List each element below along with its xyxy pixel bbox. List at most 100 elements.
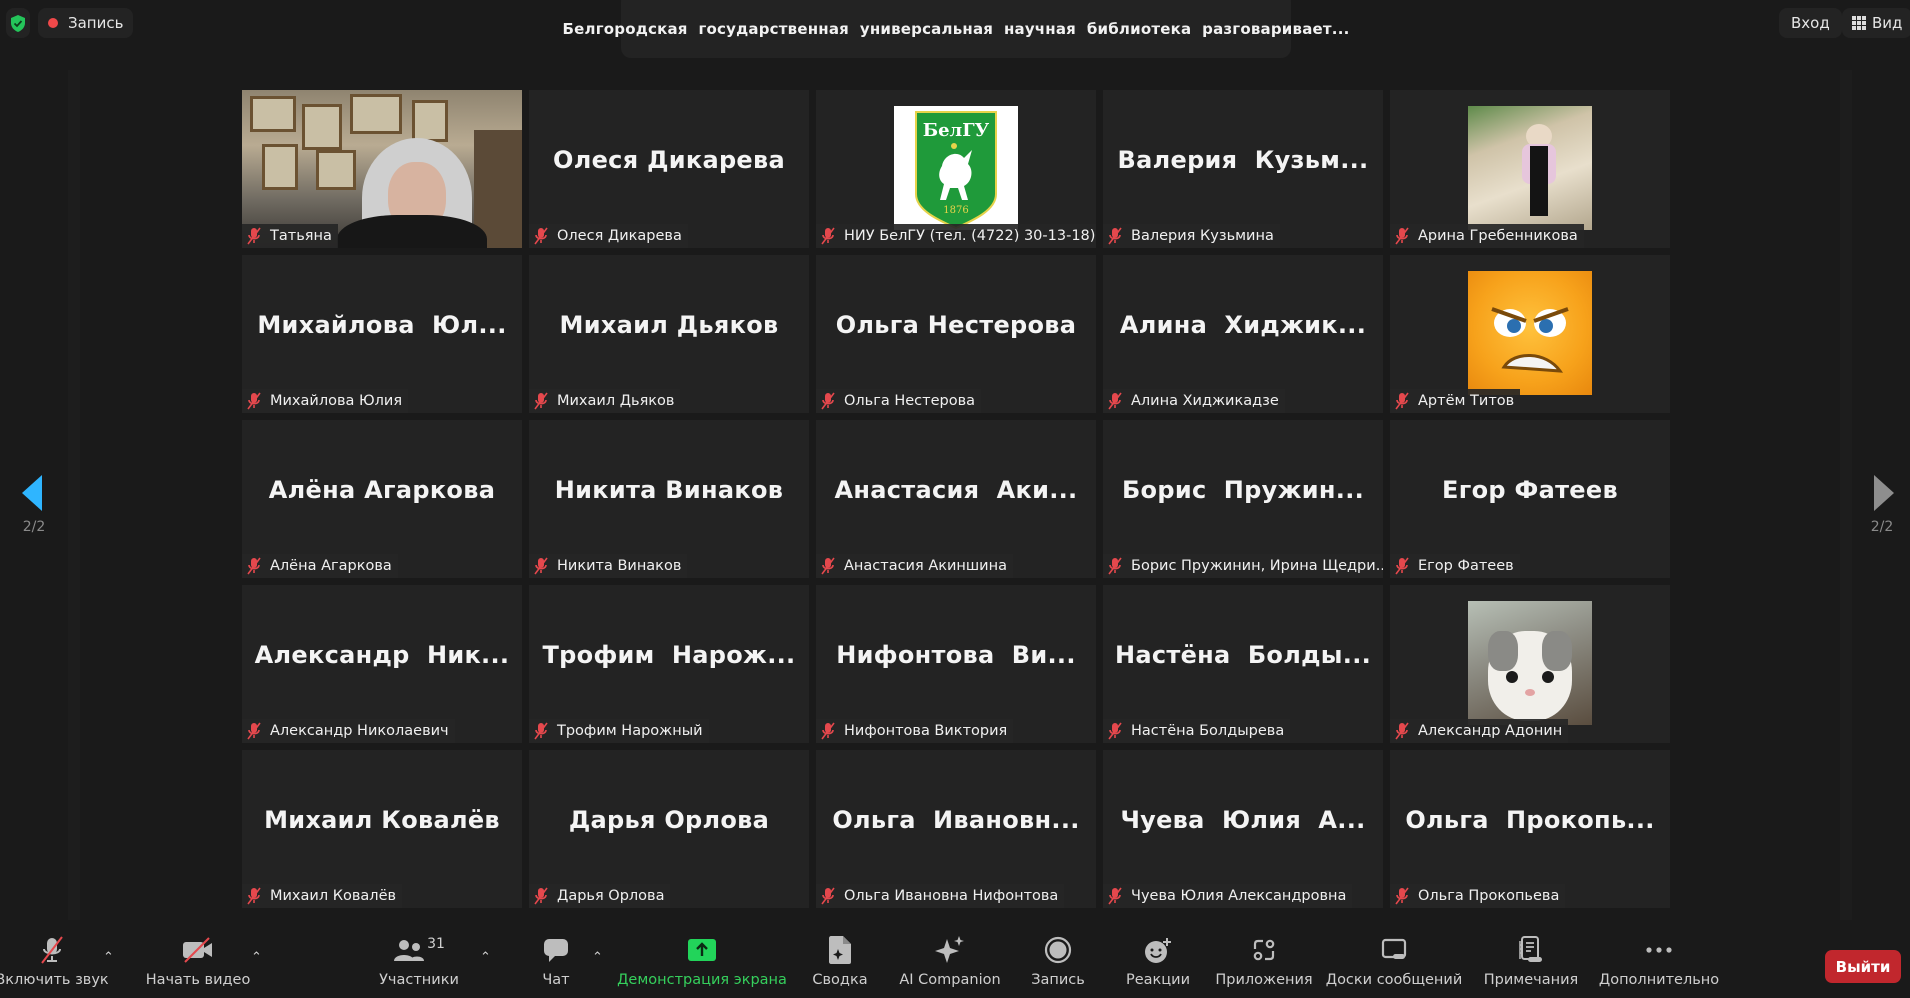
participant-tile[interactable]: Татьяна — [242, 90, 522, 248]
page-indicator-right: 2/2 — [1870, 519, 1894, 535]
leave-button[interactable]: Выйти — [1825, 950, 1901, 983]
more-button[interactable]: Дополнительно — [1599, 930, 1719, 998]
belgu-logo-avatar: БелГУ 1876 — [894, 106, 1018, 230]
participant-name: Ольга Ивановна Нифонтова — [844, 888, 1059, 904]
participant-display-name: Михаил Дьяков — [559, 311, 779, 339]
participant-tile[interactable]: Олеся Дикарева Олеся Дикарева — [529, 90, 809, 248]
signin-button[interactable]: Вход — [1779, 8, 1842, 38]
participant-tile[interactable]: Ольга Нестерова Ольга Нестерова — [816, 255, 1096, 413]
security-shield-button[interactable] — [6, 8, 30, 38]
record-button[interactable]: Запись — [1030, 930, 1086, 998]
microphone-muted-icon — [1107, 557, 1123, 575]
recording-indicator[interactable]: Запись — [38, 8, 134, 38]
participant-name-label: Татьяна — [242, 224, 338, 248]
microphone-muted-icon — [41, 936, 63, 964]
participant-name-label: Никита Винаков — [529, 554, 688, 578]
next-page-button[interactable]: 2/2 — [1852, 475, 1910, 535]
microphone-muted-icon — [1107, 392, 1123, 410]
participant-tile[interactable]: Александр Адонин — [1390, 585, 1670, 743]
participant-tile[interactable]: Настёна Болды... Настёна Болдырева — [1103, 585, 1383, 743]
participant-name: Нифонтова Виктория — [844, 723, 1008, 739]
participant-name-label: Михайлова Юлия — [242, 389, 409, 413]
whiteboards-button[interactable]: Доски сообщений — [1326, 930, 1462, 998]
participant-name: Алёна Агаркова — [270, 558, 392, 574]
participant-tile[interactable]: Артём Титов — [1390, 255, 1670, 413]
participant-name: Анастасия Акиншина — [844, 558, 1007, 574]
participant-tile[interactable]: Борис Пружин... Борис Пружинин, Ирина Щед… — [1103, 420, 1383, 578]
participant-name: Олеся Дикарева — [557, 228, 682, 244]
participant-tile[interactable]: Чуева Юлия А... Чуева Юлия Александровна — [1103, 750, 1383, 908]
more-dots-icon — [1646, 947, 1672, 953]
leave-label: Выйти — [1835, 957, 1891, 976]
microphone-muted-icon — [246, 392, 262, 410]
participant-tile[interactable]: Михайлова Юл... Михайлова Юлия — [242, 255, 522, 413]
participant-tile[interactable]: Нифонтова Ви... Нифонтова Виктория — [816, 585, 1096, 743]
microphone-muted-icon — [533, 392, 549, 410]
participant-name: Ольга Нестерова — [844, 393, 976, 409]
participant-display-name: Ольга Прокопь... — [1405, 806, 1655, 834]
participant-tile[interactable]: БелГУ 1876 НИУ БелГУ (тел. (4722) 30-13-18… — [816, 90, 1096, 248]
participant-tile[interactable]: Алёна Агаркова Алёна Агаркова — [242, 420, 522, 578]
participant-tile[interactable]: Арина Гребенникова — [1390, 90, 1670, 248]
more-label: Дополнительно — [1598, 972, 1720, 988]
participant-tile[interactable]: Михаил Ковалёв Михаил Ковалёв — [242, 750, 522, 908]
participant-name-label: Александр Николаевич — [242, 719, 455, 743]
participant-display-name: Алёна Агаркова — [268, 476, 496, 504]
participant-name: Арина Гребенникова — [1418, 228, 1578, 244]
notes-button[interactable]: Примечания — [1484, 930, 1578, 998]
view-label: Вид — [1872, 14, 1903, 32]
participant-name-label: Михаил Ковалёв — [242, 884, 403, 908]
participant-display-name: Михаил Ковалёв — [264, 806, 500, 834]
record-label: Запись — [1031, 972, 1085, 988]
start-video-button[interactable]: Начать видео — [146, 930, 250, 998]
participant-tile[interactable]: Егор Фатеев Егор Фатеев — [1390, 420, 1670, 578]
participant-display-name: Александр Ник... — [254, 641, 510, 669]
participant-tile[interactable]: Дарья Орлова Дарья Орлова — [529, 750, 809, 908]
reactions-button[interactable]: Реакции — [1126, 930, 1190, 998]
participant-display-name: Настёна Болды... — [1114, 641, 1372, 669]
participant-name-label: НИУ БелГУ (тел. (4722) 30-13-18) — [816, 224, 1096, 248]
participant-name-label: Борис Пружинин, Ирина Щедри... — [1103, 554, 1383, 578]
arrow-left-icon — [22, 475, 42, 511]
ai-companion-button[interactable]: AI Companion — [899, 930, 1001, 998]
summary-button[interactable]: Сводка — [812, 930, 868, 998]
share-screen-button[interactable]: Демонстрация экрана — [617, 930, 787, 998]
participants-icon — [394, 940, 425, 961]
arrow-right-icon — [1874, 475, 1894, 511]
summary-label: Сводка — [812, 972, 868, 988]
participant-display-name: Никита Винаков — [554, 476, 784, 504]
participants-options-chevron-up-icon[interactable]: ⌃ — [480, 950, 491, 965]
participant-tile[interactable]: Ольга Прокопь... Ольга Прокопьева — [1390, 750, 1670, 908]
participant-name-label: Арина Гребенникова — [1390, 224, 1584, 248]
audio-options-chevron-up-icon[interactable]: ⌃ — [103, 950, 114, 965]
participant-display-name: Трофим Нарож... — [542, 641, 796, 669]
previous-page-button[interactable]: 2/2 — [4, 475, 64, 535]
participant-tile[interactable]: Александр Ник... Александр Николаевич — [242, 585, 522, 743]
notes-icon — [1519, 936, 1542, 962]
unmute-button[interactable]: Включить звук — [0, 930, 109, 998]
participant-tile[interactable]: Валерия Кузьм... Валерия Кузьмина — [1103, 90, 1383, 248]
microphone-muted-icon — [1394, 392, 1410, 410]
participant-tile[interactable]: Анастасия Аки... Анастасия Акиншина — [816, 420, 1096, 578]
participants-button[interactable]: 31 Участники — [378, 930, 460, 998]
participant-name: НИУ БелГУ (тел. (4722) 30-13-18) — [844, 228, 1096, 244]
participant-tile[interactable]: Никита Винаков Никита Винаков — [529, 420, 809, 578]
chat-options-chevron-up-icon[interactable]: ⌃ — [592, 950, 603, 965]
participant-tile[interactable]: Алина Хиджик... Алина Хиджикадзе — [1103, 255, 1383, 413]
view-button[interactable]: Вид — [1842, 8, 1910, 38]
participant-tile[interactable]: Трофим Нарож... Трофим Нарожный — [529, 585, 809, 743]
participant-name-label: Артём Титов — [1390, 389, 1521, 413]
participant-name: Егор Фатеев — [1418, 558, 1514, 574]
apps-button[interactable]: Приложения — [1215, 930, 1313, 998]
participant-name-label: Нифонтова Виктория — [816, 719, 1014, 743]
chat-button[interactable]: Чат — [536, 930, 576, 998]
meeting-title: Белгородская государственная универсальн… — [562, 20, 1350, 38]
video-options-chevron-up-icon[interactable]: ⌃ — [251, 950, 262, 965]
microphone-muted-icon — [246, 227, 262, 245]
participant-display-name: Валерия Кузьм... — [1117, 146, 1369, 174]
participant-name: Александр Николаевич — [270, 723, 449, 739]
participant-tile[interactable]: Ольга Ивановн... Ольга Ивановна Нифонтова — [816, 750, 1096, 908]
participant-name: Алина Хиджикадзе — [1131, 393, 1279, 409]
participant-tile[interactable]: Михаил Дьяков Михаил Дьяков — [529, 255, 809, 413]
microphone-muted-icon — [533, 557, 549, 575]
